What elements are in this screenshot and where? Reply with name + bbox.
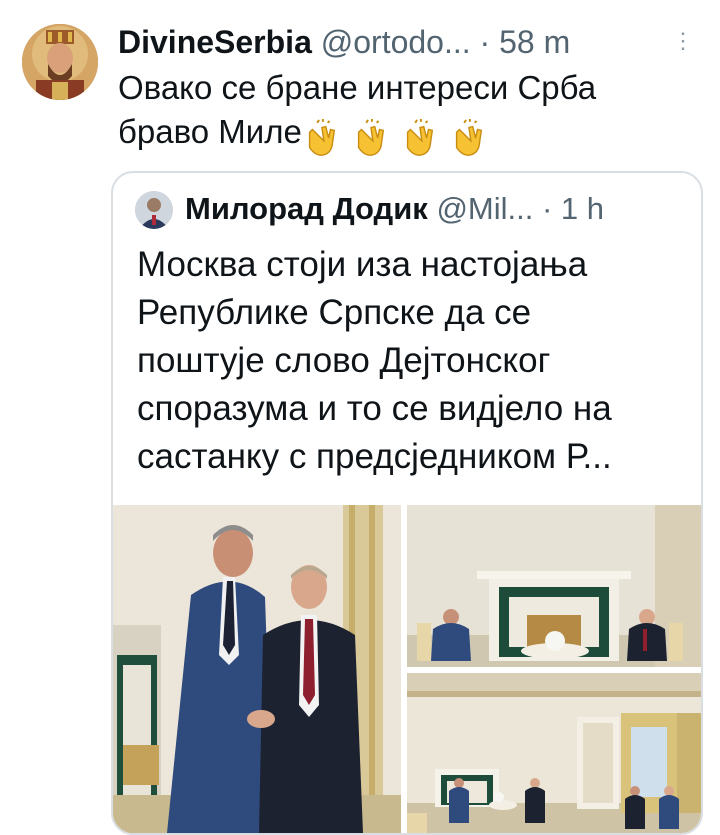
avatar[interactable] [22,24,98,100]
quoted-user-handle[interactable]: @Mil... [436,191,533,226]
quoted-avatar[interactable] [135,191,173,229]
quoted-tweet-header: Милорад Додик @Mil... · 1 h [185,187,687,231]
icon-photo-meeting-image [407,505,701,667]
tweet-text-line-1: Овако се бране интереси Срба [118,69,597,106]
quoted-timestamp[interactable]: 1 h [561,191,604,226]
clapping-hands-icon [357,119,385,157]
display-name[interactable]: DivineSerbia [118,24,312,60]
icon-portrait-image [22,24,98,100]
icon-photo-handshake-image [113,505,401,833]
tweet-header: DivineSerbia @ortodo... · 58 m [118,20,690,64]
quoted-text-line: споразума и то се видјело на [137,389,612,428]
media-photo-meeting[interactable] [407,505,701,667]
clapping-hands-icon [456,119,483,157]
tweet-text-line-2: браво Миле [118,110,698,158]
media-grid [113,505,701,833]
media-photo-hall[interactable] [407,673,701,833]
clapping-hands-icon [308,119,335,157]
icon-photo-hall-image [407,673,701,833]
quoted-text-line: састанку с предсједником Р... [137,437,612,476]
separator-dot: · [479,24,491,60]
quoted-text-line: Републике Српске да се [137,293,532,332]
quoted-tweet[interactable]: Милорад Додик @Mil... · 1 h Москва стоји… [111,171,703,835]
quoted-separator-dot: · [541,191,553,226]
media-photo-handshake[interactable] [113,505,401,833]
user-handle[interactable]: @ortodo... [321,24,471,60]
timestamp[interactable]: 58 m [499,24,570,60]
quoted-display-name[interactable]: Милорад Додик [185,191,428,226]
more-options-icon[interactable]: ⋮ [672,30,694,52]
clapping-hands-icon [407,119,434,157]
emoji-row [302,114,490,158]
quoted-text-line: Москва стоји иза настојања [137,245,588,284]
tweet-text: Овако се бране интереси Срба браво Миле [118,66,698,158]
tweet[interactable]: DivineSerbia @ortodo... · 58 m ⋮ Овако с… [0,0,720,835]
tweet-text-line-2-text: браво Миле [118,113,302,150]
quoted-tweet-text: Москва стоји иза настојања Републике Срп… [137,241,697,481]
icon-profile-photo [135,191,173,229]
quoted-text-line: поштује слово Дејтонског [137,341,551,380]
